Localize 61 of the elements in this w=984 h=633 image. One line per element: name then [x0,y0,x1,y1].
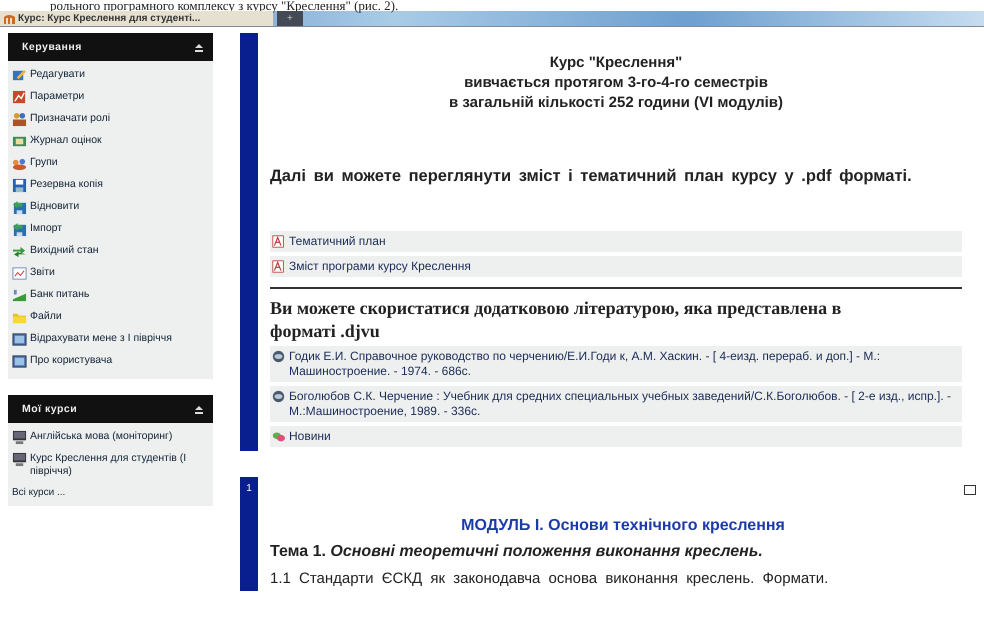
sidebar-link[interactable]: Всі курси ... [8,484,70,501]
site-logo-icon [4,14,15,24]
collapse-icon[interactable] [195,42,203,52]
resource-row[interactable]: Годик Е.И. Справочное руководство по черчению/Е.И.Годи к, А.М. Хаскин. - [ 4-еизд. перераб. и доп.] - М.: Машиностроение. - 1974. - 686с. [270,346,962,382]
sidebar-item[interactable]: Призначати ролі [30,112,110,125]
browser-tab[interactable]: Курс: Курс Креслення для студенті... [0,11,273,26]
resource-link: Боголюбов С.К. Черчение : Учебник для средних специальных учебных заведений/С.К.Боголюбов. - [ 2-е изд., испр.]. - М.:Машиностроение, 1989. - 336с. [289,389,952,419]
resource-row[interactable]: Тематичний план [270,231,962,252]
card-icon [12,332,27,347]
intro-text: Далі ви можете переглянути зміст і тематичний план курсу у .pdf форматі. [270,166,913,187]
sidebar-item[interactable]: Англійська мова (моніторинг) [30,430,172,443]
speech-bubbles-icon [272,430,285,443]
topic-text: 1.1 Стандарти ЄСКД як законодавча основа виконання креслень. Формати. [270,569,830,589]
sidebar-item[interactable]: Відрахувати мене з I півріччя [30,332,172,345]
resource-link: Новини [289,429,331,444]
sidebar-item[interactable]: Вихідний стан [30,244,99,257]
course-heading: Курс "Креслення" [548,53,684,73]
new-tab-button[interactable]: + [277,11,303,26]
block-title: Мої курси [22,403,78,415]
checkbox[interactable] [964,485,976,495]
resource-row[interactable]: Боголюбов С.К. Черчение : Учебник для средних специальных учебных заведений/С.К.Боголюбов. - [ 2-е изд., испр.]. - М.:Машиностроение, 1989. - 336с. [270,386,962,422]
sidebar-item[interactable]: Курс Креслення для студентів (I півріччя) [30,452,209,478]
monitor-icon [12,452,27,467]
globe-icon [272,390,285,403]
sidebar-item[interactable]: Резервна копія [30,178,103,191]
resource-link: Годик Е.И. Справочное руководство по черчению/Е.И.Годи к, А.М. Хаскин. - [ 4-еизд. перераб. и доп.] - М.: Машиностроение. - 1974. - 686с. [289,349,882,379]
resource-link: Тематичний план [289,234,386,249]
sidebar-item[interactable]: Про користувача [30,354,112,367]
resource-row[interactable]: Зміст програми курсу Креслення [270,256,962,277]
globe-icon [272,350,285,363]
sidebar-item[interactable]: Імпорт [30,222,62,235]
tab-title: Курс: Курс Креслення для студенті... [18,13,200,24]
chart-icon [12,288,27,303]
sidebar-item[interactable]: Параметри [30,90,84,103]
arrows-icon [12,244,27,259]
resource-link: Зміст програми курсу Креслення [289,259,471,274]
sidebar-item[interactable]: Файли [30,310,62,323]
collapse-icon[interactable] [195,404,203,414]
pdf-icon [272,235,285,248]
people-icon [12,156,27,171]
course-heading: в загальній кількості 252 години (VI модулів) [448,93,784,113]
sidebar-item[interactable]: Банк питань [30,288,90,301]
pencil-icon [12,68,27,83]
block-title: Керування [22,41,82,53]
literature-text: Ви можете скористатися додатковою літературою, яка представлена в форматі .djvu [270,297,842,343]
chart-icon [12,266,27,281]
chart-icon [12,90,27,105]
sidebar-item[interactable]: Звіти [30,266,55,279]
resource-row[interactable]: Новини [270,426,962,447]
card-icon [12,354,27,369]
sidebar-item[interactable]: Редагувати [30,68,85,81]
module-title: МОДУЛЬ I. Основи технічного креслення [460,517,786,535]
sidebar-item[interactable]: Журнал оцінок [30,134,102,147]
pdf-icon [272,260,285,273]
course-heading: вивчається протягом 3-го-4-го семестрів [463,73,769,93]
sidebar-item[interactable]: Групи [30,156,58,169]
topic-title: Тема 1. Основні теоретичні положення виконання креслень. [270,543,764,561]
people-icon [12,112,27,127]
sidebar-item[interactable]: Відновити [30,200,80,213]
monitor-icon [12,430,27,445]
section-number: 1 [240,477,258,591]
